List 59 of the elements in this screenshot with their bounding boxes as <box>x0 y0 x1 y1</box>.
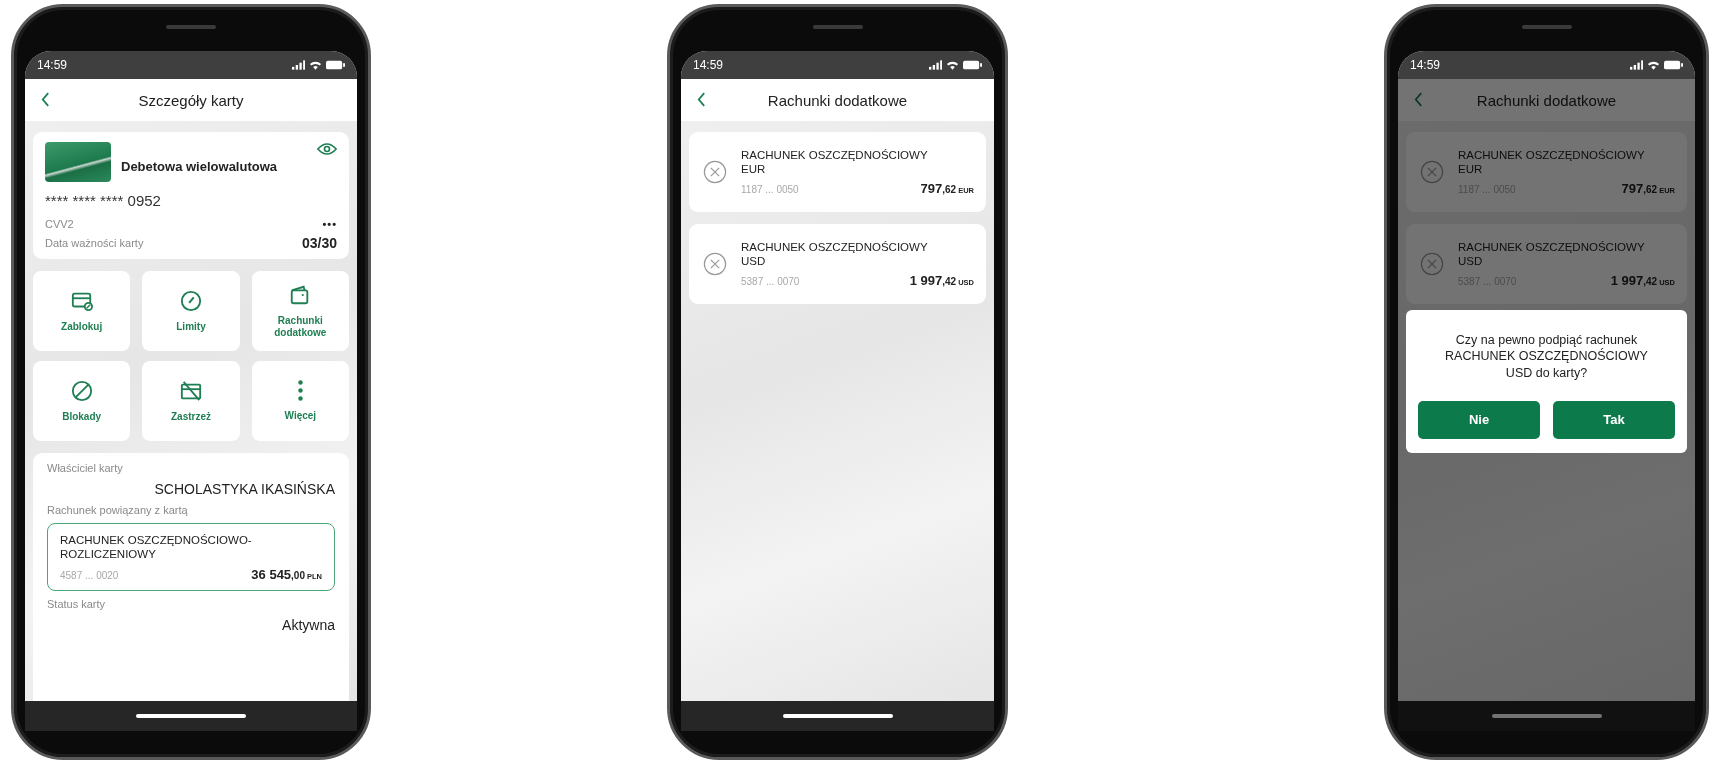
signal-icon <box>929 60 942 70</box>
speaker-grille <box>166 25 216 29</box>
cvv-label: CVV2 <box>45 218 74 230</box>
expiry-value: 03/30 <box>301 235 337 251</box>
account-number: 1187 ... 0050 <box>741 184 799 196</box>
card-number: **** **** **** 0952 <box>45 192 162 209</box>
cvv-value: ••• <box>322 218 337 230</box>
gauge-icon <box>180 289 202 312</box>
wifi-icon <box>946 60 959 70</box>
battery-icon <box>963 60 982 70</box>
action-tile[interactable]: Zastrzeż <box>142 361 240 441</box>
screen-title: Rachunki dodatkowe <box>767 91 908 109</box>
cancel-button[interactable]: Nie <box>1418 400 1540 439</box>
expiry-label: Data ważności karty <box>45 237 144 249</box>
account-name: RACHUNEK OSZCZĘDNOŚCIOWY USD <box>1458 239 1646 269</box>
more-icon <box>297 380 303 402</box>
battery-icon <box>1664 60 1683 70</box>
account-name: RACHUNEK OSZCZĘDNOŚCIOWY EUR <box>1458 147 1646 177</box>
action-tile[interactable]: Zablokuj <box>33 271 131 351</box>
speaker-grille <box>1521 25 1572 29</box>
battery-icon <box>326 60 345 70</box>
remove-icon[interactable] <box>703 252 727 276</box>
status-time: 14:59 <box>37 58 68 72</box>
account-number: 5387 ... 0070 <box>741 276 800 288</box>
card-status: Aktywna <box>281 616 335 633</box>
back-button[interactable] <box>1414 92 1423 107</box>
account-name: RACHUNEK OSZCZĘDNOŚCIOWO-ROZLICZENIOWY <box>60 533 253 562</box>
linked-account-label: Rachunek powiązany z kartą <box>47 504 189 516</box>
remove-icon[interactable] <box>1420 252 1444 276</box>
wifi-icon <box>1647 60 1660 70</box>
status-time: 14:59 <box>1410 58 1441 72</box>
card-crossed-icon <box>180 379 202 402</box>
owner-name: SCHOLASTYKA IKASIŃSKA <box>153 481 335 497</box>
confirm-button[interactable]: Tak <box>1553 400 1675 439</box>
screen-title: Szczegóły karty <box>138 91 244 109</box>
account-name: RACHUNEK OSZCZĘDNOŚCIOWY USD <box>741 239 929 269</box>
wifi-icon <box>309 60 322 70</box>
back-button[interactable] <box>697 92 706 107</box>
status-time: 14:59 <box>693 58 724 72</box>
card-image <box>45 142 111 182</box>
dialog-message: Czy na pewno podpiąć rachunek RACHUNEK OSZCZĘDNOŚCIOWY USD do karty? <box>1444 332 1649 381</box>
action-tile[interactable]: Limity <box>142 271 240 351</box>
owner-label: Właściciel karty <box>47 462 124 474</box>
action-tile[interactable]: Rachunki dodatkowe <box>251 271 349 351</box>
remove-icon[interactable] <box>1420 160 1444 184</box>
account-number: 4587 ... 0020 <box>60 569 119 581</box>
back-button[interactable] <box>41 92 50 107</box>
card-name: Debetowa wielowalutowa <box>121 158 278 174</box>
prohibited-icon <box>70 379 93 402</box>
signal-icon <box>292 60 305 70</box>
speaker-grille <box>812 25 863 29</box>
screen-title: Rachunki dodatkowe <box>1476 91 1617 109</box>
action-tile[interactable]: Więcej <box>251 361 349 441</box>
signal-icon <box>1630 60 1643 70</box>
card-status-label: Status karty <box>47 597 107 610</box>
action-tile[interactable]: Blokady <box>33 361 131 441</box>
eye-icon[interactable] <box>317 142 337 156</box>
remove-icon[interactable] <box>703 160 727 184</box>
account-name: RACHUNEK OSZCZĘDNOŚCIOWY EUR <box>741 147 929 177</box>
